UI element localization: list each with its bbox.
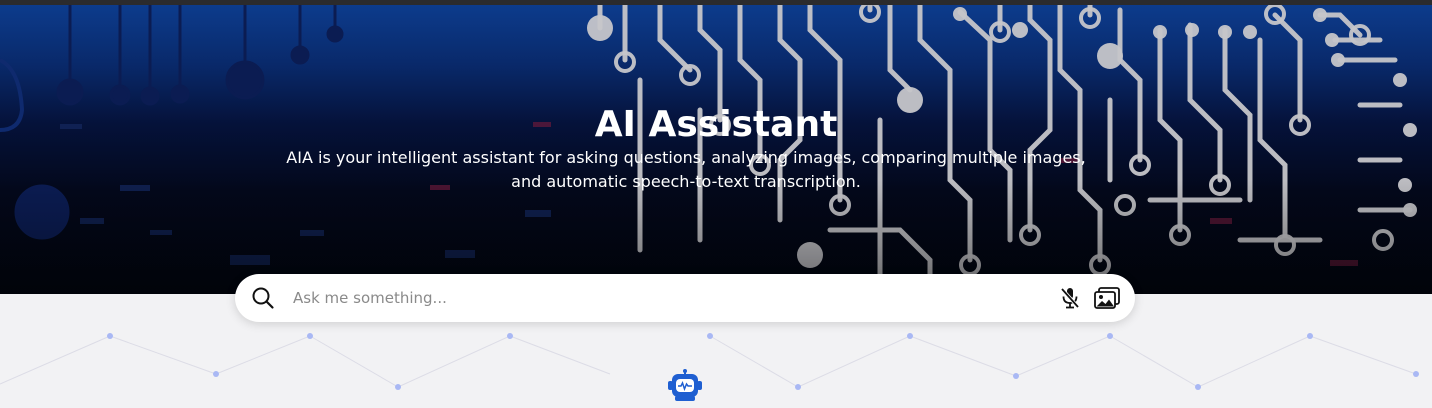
page-title: AI Assistant — [594, 104, 838, 145]
image-upload-button[interactable] — [1093, 285, 1121, 311]
robot-icon — [668, 369, 702, 401]
search-input[interactable] — [293, 284, 1033, 312]
microphone-muted-icon — [1060, 287, 1080, 309]
hero-banner: AI Assistant AIA is your intelligent ass… — [0, 0, 1432, 294]
image-upload-icon — [1094, 287, 1120, 309]
hero-description-line-2: and automatic speech-to-text transcripti… — [511, 172, 861, 191]
hero-description-line-1: AIA is your intelligent assistant for as… — [286, 148, 1086, 167]
search-bar — [235, 274, 1135, 322]
page: AI Assistant AIA is your intelligent ass… — [0, 0, 1432, 408]
hero-description: AIA is your intelligent assistant for as… — [286, 146, 1086, 194]
search-icon[interactable] — [251, 286, 275, 310]
top-bar — [0, 0, 1432, 5]
voice-input-button[interactable] — [1057, 285, 1083, 311]
